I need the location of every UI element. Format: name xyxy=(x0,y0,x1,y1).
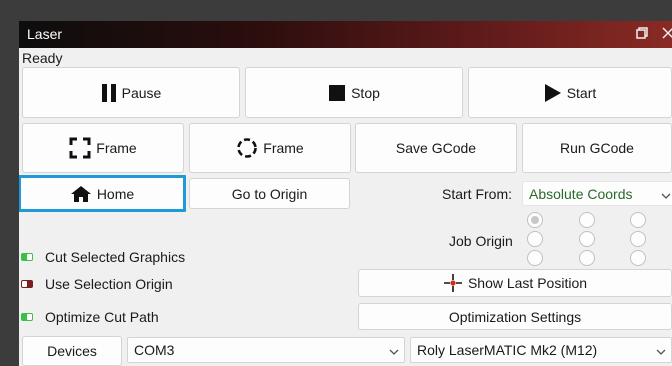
use-selection-origin-toggle[interactable] xyxy=(21,280,33,288)
devices-label: Devices xyxy=(47,343,97,359)
crosshair-icon xyxy=(443,273,463,293)
frame-circle-icon xyxy=(236,137,258,159)
origin-radio-middle-left[interactable] xyxy=(527,231,543,247)
frame-rect-label: Frame xyxy=(96,140,137,156)
origin-radio-bottom-right[interactable] xyxy=(630,250,646,266)
close-icon[interactable] xyxy=(662,26,672,42)
use-selection-origin-label: Use Selection Origin xyxy=(45,276,173,292)
laser-panel: Laser Ready Pause Stop Start Frame Frame… xyxy=(19,21,672,366)
machine-select[interactable]: Roly LaserMATIC Mk2 (M12) xyxy=(410,337,672,363)
frame-rectangle-icon xyxy=(69,137,91,159)
cut-selected-graphics-label: Cut Selected Graphics xyxy=(45,249,186,265)
chevron-down-icon xyxy=(656,344,666,360)
home-icon xyxy=(70,185,92,203)
stop-label: Stop xyxy=(351,84,380,101)
frame-rect-button[interactable]: Frame xyxy=(22,123,184,173)
show-last-position-label: Show Last Position xyxy=(467,275,588,291)
devices-button[interactable]: Devices xyxy=(22,336,122,366)
origin-radio-middle-center[interactable] xyxy=(579,231,595,247)
go-to-origin-button[interactable]: Go to Origin xyxy=(189,178,350,209)
origin-radio-bottom-center[interactable] xyxy=(579,250,595,266)
pause-icon xyxy=(101,83,117,103)
save-gcode-button[interactable]: Save GCode xyxy=(355,123,517,173)
machine-value: Roly LaserMATIC Mk2 (M12) xyxy=(417,342,598,358)
stop-button[interactable]: Stop xyxy=(245,67,463,118)
run-gcode-label: Run GCode xyxy=(560,140,634,156)
title-bar[interactable]: Laser xyxy=(19,21,672,48)
start-from-value: Absolute Coords xyxy=(529,186,633,202)
port-value: COM3 xyxy=(134,342,175,358)
start-label: Start xyxy=(566,84,597,101)
restore-icon[interactable] xyxy=(636,26,648,42)
show-last-position-button[interactable]: Show Last Position xyxy=(358,269,672,297)
play-icon xyxy=(544,83,562,103)
start-from-select[interactable]: Absolute Coords xyxy=(522,181,672,206)
status-text: Ready xyxy=(22,50,63,66)
save-gcode-label: Save GCode xyxy=(395,140,477,156)
origin-radio-top-center[interactable] xyxy=(579,212,595,228)
origin-radio-middle-right[interactable] xyxy=(630,231,646,247)
pause-label: Pause xyxy=(121,84,162,101)
stop-icon xyxy=(328,84,346,102)
run-gcode-button[interactable]: Run GCode xyxy=(522,123,672,173)
frame-circle-button[interactable]: Frame xyxy=(189,123,351,173)
frame-circle-label: Frame xyxy=(263,140,304,156)
home-label: Home xyxy=(96,185,135,202)
optimization-settings-button[interactable]: Optimization Settings xyxy=(358,303,672,330)
chevron-down-icon xyxy=(389,344,399,360)
port-select[interactable]: COM3 xyxy=(127,337,405,363)
go-to-origin-label: Go to Origin xyxy=(231,185,308,202)
optimization-settings-label: Optimization Settings xyxy=(448,308,582,325)
chevron-down-icon xyxy=(661,188,671,204)
start-from-label: Start From: xyxy=(442,186,513,202)
pause-button[interactable]: Pause xyxy=(22,67,240,118)
optimize-cut-path-toggle[interactable] xyxy=(21,313,33,321)
origin-radio-top-right[interactable] xyxy=(630,212,646,228)
start-button[interactable]: Start xyxy=(468,67,672,118)
origin-radio-top-left[interactable] xyxy=(527,212,543,228)
home-button[interactable]: Home xyxy=(19,175,186,212)
job-origin-label: Job Origin xyxy=(449,233,513,249)
cut-selected-graphics-toggle[interactable] xyxy=(21,253,33,261)
window-title: Laser xyxy=(27,26,63,42)
origin-radio-bottom-left[interactable] xyxy=(527,250,543,266)
optimize-cut-path-label: Optimize Cut Path xyxy=(45,309,159,325)
